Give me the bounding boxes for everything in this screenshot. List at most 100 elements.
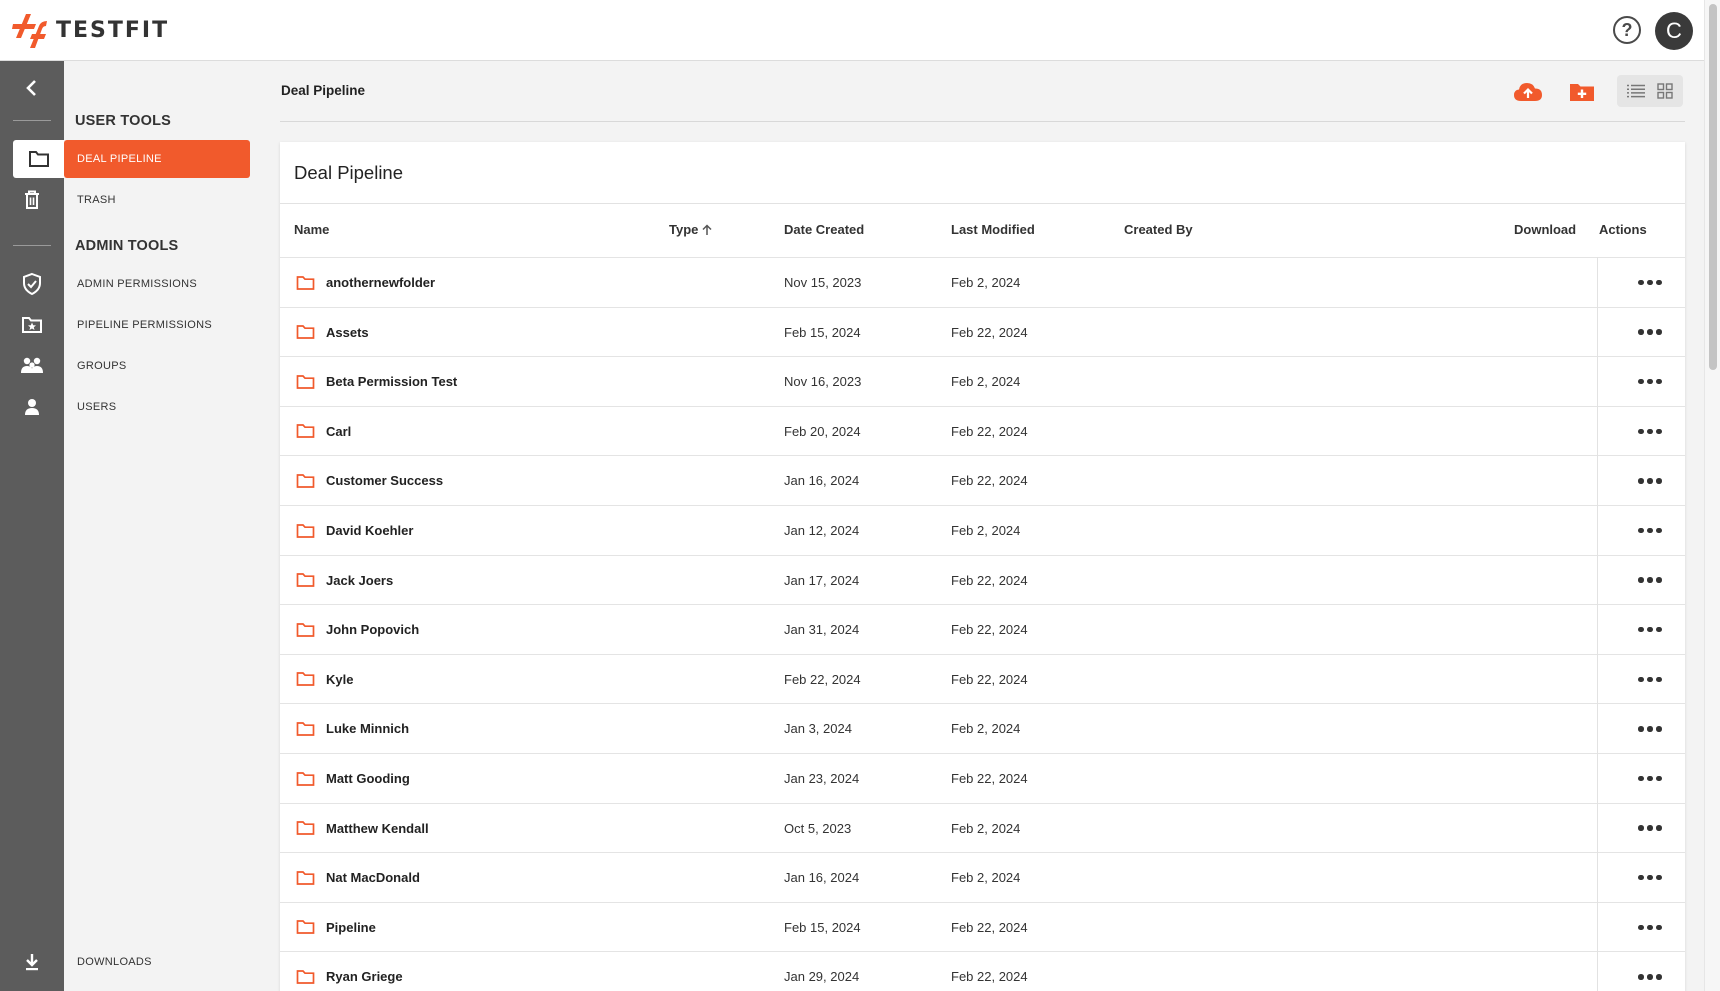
row-name-cell[interactable]: anothernewfolder	[296, 258, 435, 307]
folder-icon	[296, 821, 315, 835]
sidebar-item-trash[interactable]: TRASH	[64, 181, 250, 219]
row-actions-button[interactable]	[1628, 407, 1672, 456]
sidebar-item-downloads[interactable]: DOWNLOADS	[64, 943, 250, 981]
row-name-cell[interactable]: Kyle	[296, 655, 353, 704]
more-horizontal-icon	[1638, 279, 1662, 286]
table-row[interactable]: anothernewfolder Nov 15, 2023 Feb 2, 2024	[280, 257, 1685, 307]
row-name-cell[interactable]: Carl	[296, 407, 351, 456]
help-icon[interactable]: ?	[1613, 16, 1641, 44]
sidebar-item-users[interactable]: USERS	[64, 388, 250, 426]
collapse-sidebar-button[interactable]	[0, 69, 64, 107]
table-row[interactable]: Pipeline Feb 15, 2024 Feb 22, 2024	[280, 901, 1685, 952]
row-name-cell[interactable]: Assets	[296, 308, 369, 357]
column-header-last-modified[interactable]: Last Modified	[951, 222, 1035, 237]
table-row[interactable]: Jack Joers Jan 17, 2024 Feb 22, 2024	[280, 554, 1685, 605]
row-actions-button[interactable]	[1628, 754, 1672, 803]
row-name-cell[interactable]: Matthew Kendall	[296, 804, 429, 853]
table-row[interactable]: Matt Gooding Jan 23, 2024 Feb 22, 2024	[280, 753, 1685, 803]
row-date-created: Jan 3, 2024	[784, 721, 852, 737]
rail-item-deal-pipeline[interactable]	[13, 140, 64, 178]
rail-item-pipeline-permissions[interactable]	[0, 306, 64, 344]
folder-plus-icon	[1570, 84, 1594, 101]
row-actions-button[interactable]	[1628, 456, 1672, 505]
logo-text: TESTFIT	[56, 17, 170, 43]
person-icon	[25, 399, 39, 415]
cloud-upload-icon	[1514, 83, 1542, 101]
row-actions-button[interactable]	[1628, 258, 1672, 307]
row-actions-button[interactable]	[1628, 506, 1672, 555]
row-name-cell[interactable]: Ryan Griege	[296, 952, 403, 991]
table-row[interactable]: Matthew Kendall Oct 5, 2023 Feb 2, 2024	[280, 802, 1685, 853]
row-name-cell[interactable]: David Koehler	[296, 506, 413, 555]
row-name-cell[interactable]: Luke Minnich	[296, 704, 409, 753]
more-horizontal-icon	[1638, 577, 1662, 583]
scrollbar-thumb[interactable]	[1709, 4, 1717, 370]
row-actions-button[interactable]	[1628, 853, 1672, 902]
new-folder-button[interactable]	[1566, 78, 1598, 106]
sidebar-item-deal-pipeline[interactable]: DEAL PIPELINE	[64, 140, 250, 178]
user-avatar[interactable]: C	[1655, 12, 1693, 50]
row-name-cell[interactable]: Beta Permission Test	[296, 357, 457, 406]
row-actions-button[interactable]	[1628, 903, 1672, 952]
rail-item-trash[interactable]	[0, 181, 64, 219]
row-name-cell[interactable]: Customer Success	[296, 456, 443, 505]
row-name-cell[interactable]: Matt Gooding	[296, 754, 410, 803]
sidebar-item-admin-permissions[interactable]: ADMIN PERMISSIONS	[64, 265, 250, 303]
more-horizontal-icon	[1638, 329, 1662, 335]
table-title-divider	[280, 203, 1685, 204]
row-actions-button[interactable]	[1628, 556, 1672, 605]
row-date-created: Feb 20, 2024	[784, 423, 861, 439]
folder-icon	[28, 151, 49, 167]
download-icon	[26, 954, 38, 971]
row-actions-button[interactable]	[1628, 804, 1672, 853]
column-header-name[interactable]: Name	[294, 222, 329, 237]
row-actions-button[interactable]	[1628, 704, 1672, 753]
rail-item-admin-permissions[interactable]	[0, 265, 64, 303]
chevron-left-icon	[26, 80, 36, 96]
table-row[interactable]: Assets Feb 15, 2024 Feb 22, 2024	[280, 306, 1685, 357]
row-actions-button[interactable]	[1628, 605, 1672, 654]
row-actions-button[interactable]	[1628, 952, 1672, 991]
row-name-cell[interactable]: John Popovich	[296, 605, 419, 654]
list-view-button[interactable]	[1623, 79, 1649, 103]
table-row[interactable]: Kyle Feb 22, 2024 Feb 22, 2024	[280, 653, 1685, 704]
row-name: Luke Minnich	[326, 721, 410, 737]
table-row[interactable]: Beta Permission Test Nov 16, 2023 Feb 2, 2…	[280, 356, 1685, 406]
row-name-cell[interactable]: Jack Joers	[296, 556, 393, 605]
table-row[interactable]: Ryan Griege Jan 29, 2024 Feb 22, 2024	[280, 951, 1685, 991]
table-row[interactable]: Nat MacDonald Jan 16, 2024 Feb 2, 2024	[280, 852, 1685, 902]
table-row[interactable]: Luke Minnich Jan 3, 2024 Feb 2, 2024	[280, 703, 1685, 753]
table-row[interactable]: Customer Success Jan 16, 2024 Feb 22, 2024	[280, 455, 1685, 505]
table-row[interactable]: John Popovich Jan 31, 2024 Feb 22, 2024	[280, 604, 1685, 654]
rail-item-groups[interactable]	[0, 347, 64, 385]
row-actions-button[interactable]	[1628, 308, 1672, 357]
table-row[interactable]: Carl Feb 20, 2024 Feb 22, 2024	[280, 405, 1685, 456]
rail-item-downloads[interactable]	[0, 943, 64, 981]
more-horizontal-icon	[1638, 676, 1662, 683]
column-header-created-by[interactable]: Created By	[1124, 222, 1193, 237]
row-name-cell[interactable]: Nat MacDonald	[296, 853, 420, 902]
row-last-modified: Feb 22, 2024	[951, 572, 1028, 588]
table-row[interactable]: David Koehler Jan 12, 2024 Feb 2, 2024	[280, 505, 1685, 555]
column-header-type[interactable]: Type	[669, 222, 714, 237]
page-scrollbar[interactable]	[1704, 0, 1720, 991]
grid-view-button[interactable]	[1652, 79, 1678, 103]
app-logo[interactable]: TESTFIT	[12, 10, 169, 50]
testfit-logo-icon	[12, 14, 47, 48]
row-actions-button[interactable]	[1628, 357, 1672, 406]
icon-rail	[0, 61, 64, 991]
upload-button[interactable]	[1512, 78, 1544, 106]
row-actions-button[interactable]	[1628, 655, 1672, 704]
row-last-modified: Feb 2, 2024	[951, 820, 1021, 836]
table-title: Deal Pipeline	[294, 162, 404, 183]
sidebar-item-pipeline-permissions[interactable]: PIPELINE PERMISSIONS	[64, 306, 250, 344]
row-date-created: Jan 17, 2024	[784, 572, 860, 588]
row-name-cell[interactable]: Pipeline	[296, 903, 376, 952]
rail-item-users[interactable]	[0, 388, 64, 426]
row-name: Jack Joers	[326, 572, 394, 588]
row-date-created: Jan 31, 2024	[784, 622, 860, 638]
sidebar-item-groups[interactable]: GROUPS	[64, 347, 250, 385]
row-last-modified: Feb 2, 2024	[951, 275, 1021, 290]
column-header-date-created[interactable]: Date Created	[784, 222, 864, 237]
row-name: David Koehler	[326, 523, 414, 538]
